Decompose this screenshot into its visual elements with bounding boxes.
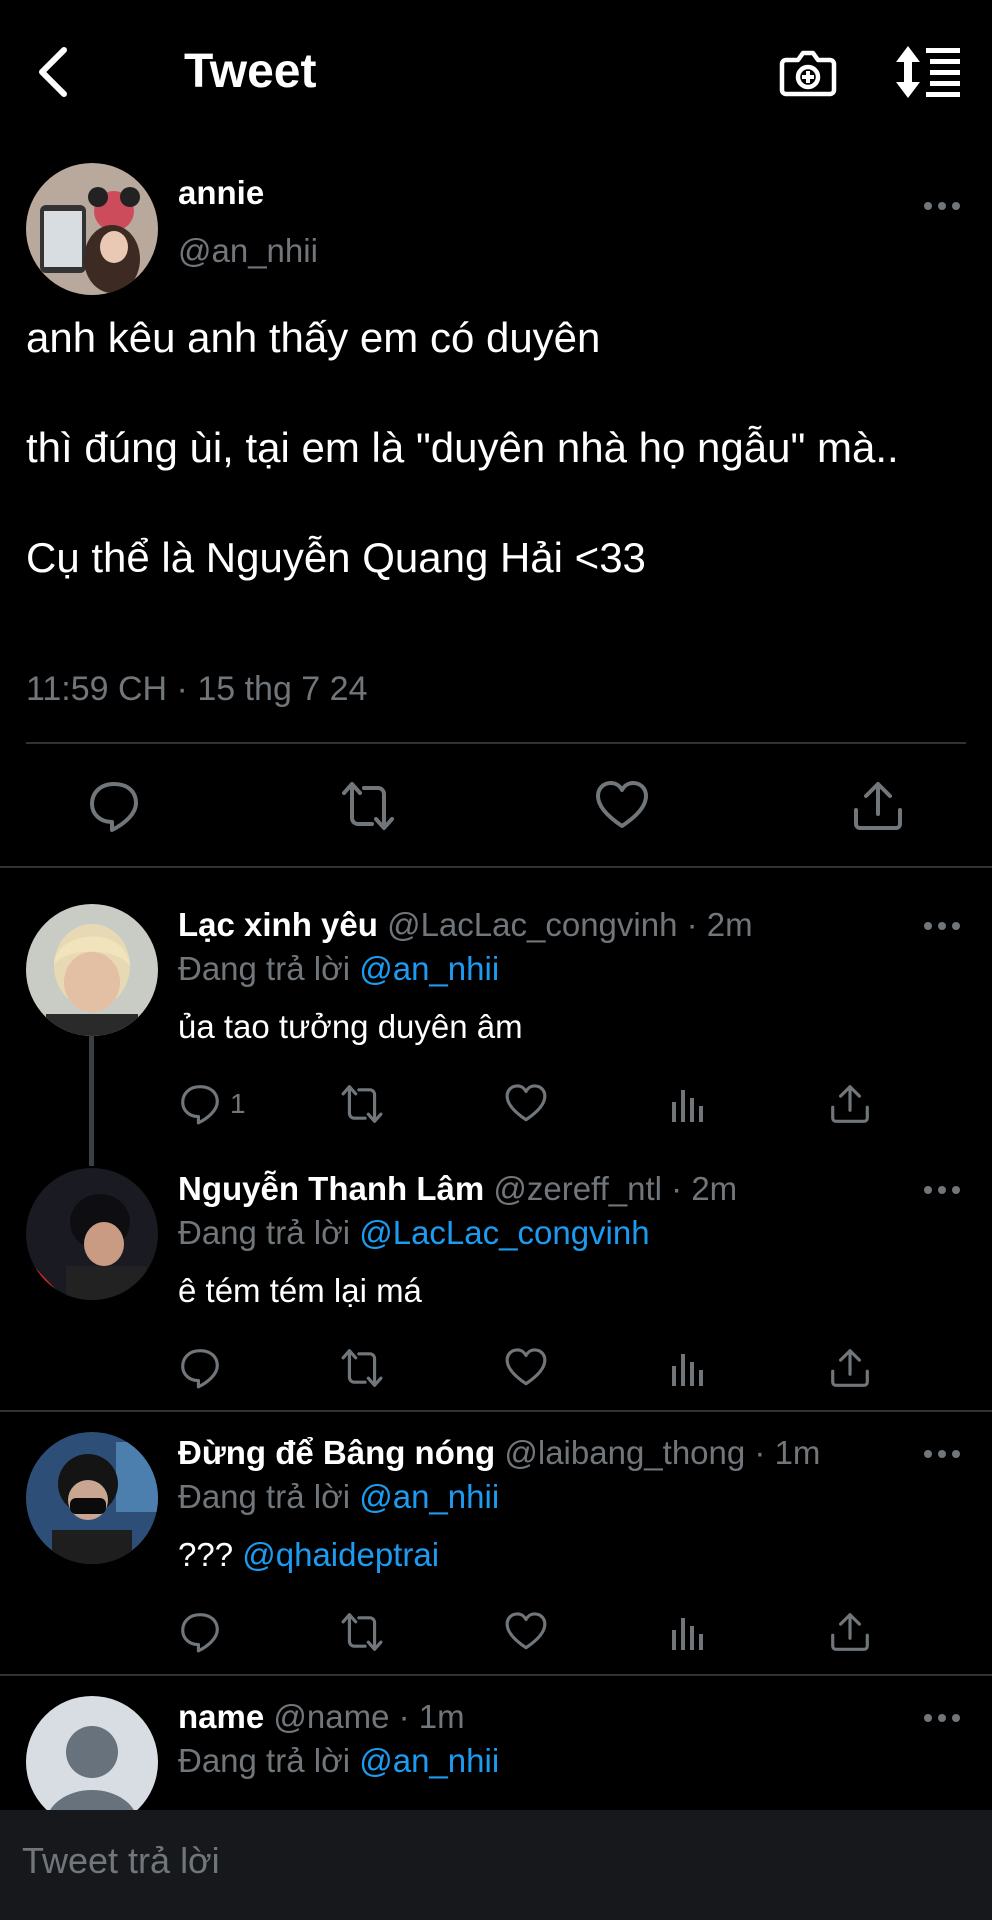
tweet-timestamp: 11:59 CH · 15 thg 7 24: [26, 670, 368, 708]
reply-input[interactable]: Tweet trả lời: [22, 1840, 220, 1882]
replying-to-mention[interactable]: @an_nhii: [359, 1742, 499, 1779]
reply-count: 1: [230, 1088, 246, 1119]
share-icon[interactable]: [828, 1082, 872, 1126]
replying-to-label: Đang trả lời: [178, 1742, 351, 1779]
replying-to: Đang trả lời @an_nhii: [178, 950, 499, 988]
replying-to: Đang trả lời @an_nhii: [178, 1478, 499, 1516]
divider: [0, 1674, 992, 1676]
reply-header: name @name · 1m: [178, 1698, 465, 1736]
reply-header: Nguyễn Thanh Lâm @zereff_ntl · 2m: [178, 1170, 737, 1208]
tweet-body: anh kêu anh thấy em có duyên thì đúng ùi…: [26, 310, 966, 585]
reply-text: ??? @qhaideptrai: [178, 1536, 439, 1574]
retweet-icon[interactable]: [340, 778, 396, 834]
page-title: Tweet: [184, 45, 317, 98]
replying-to: Đang trả lời @an_nhii: [178, 1742, 499, 1780]
reply-text: ủa tao tưởng duyên âm: [178, 1008, 523, 1045]
sort-replies-icon[interactable]: [896, 42, 962, 102]
divider: [0, 866, 992, 868]
like-icon[interactable]: [504, 1610, 548, 1654]
share-icon[interactable]: [828, 1610, 872, 1654]
author-name[interactable]: name: [178, 1698, 264, 1735]
replying-to-mention[interactable]: @LacLac_congvinh: [359, 1214, 649, 1251]
retweet-icon[interactable]: [340, 1082, 384, 1126]
avatar[interactable]: [26, 1696, 158, 1828]
tweet-text-line: thì đúng ùi, tại em là "duyên nhà họ ngẫ…: [26, 424, 899, 471]
replying-to-mention[interactable]: @an_nhii: [359, 950, 499, 987]
share-icon[interactable]: [828, 1346, 872, 1390]
avatar[interactable]: [26, 163, 158, 295]
tweet-text-line: anh kêu anh thấy em có duyên: [26, 314, 601, 361]
reply-header: Lạc xinh yêu @LacLac_congvinh · 2m: [178, 906, 753, 944]
back-arrow-icon[interactable]: [32, 42, 80, 102]
avatar[interactable]: [26, 1168, 158, 1300]
replying-to: Đang trả lời @LacLac_congvinh: [178, 1214, 650, 1252]
analytics-icon[interactable]: [666, 1082, 710, 1126]
replying-to-label: Đang trả lời: [178, 950, 351, 987]
author-name[interactable]: Lạc xinh yêu: [178, 906, 378, 943]
replying-to-mention[interactable]: @an_nhii: [359, 1478, 499, 1515]
reply-icon[interactable]: [178, 1346, 222, 1390]
reply-icon[interactable]: [178, 1082, 222, 1126]
like-icon[interactable]: [504, 1082, 548, 1126]
retweet-icon[interactable]: [340, 1610, 384, 1654]
reply-icon[interactable]: [178, 1610, 222, 1654]
reply-icon[interactable]: [86, 778, 142, 834]
reply-text-prefix: ???: [178, 1536, 234, 1573]
author-meta[interactable]: @LacLac_congvinh · 2m: [387, 906, 753, 943]
top-bar: Tweet: [0, 0, 992, 145]
more-options-icon[interactable]: [922, 1180, 962, 1200]
author-name[interactable]: Nguyễn Thanh Lâm: [178, 1170, 484, 1207]
author-handle[interactable]: @an_nhii: [178, 232, 318, 270]
share-icon[interactable]: [850, 778, 906, 834]
more-options-icon[interactable]: [922, 1708, 962, 1728]
analytics-icon[interactable]: [666, 1346, 710, 1390]
thread-connector: [89, 1036, 94, 1166]
more-options-icon[interactable]: [922, 916, 962, 936]
replying-to-label: Đang trả lời: [178, 1478, 351, 1515]
tweet-text-line: Cụ thể là Nguyễn Quang Hải <33: [26, 534, 646, 581]
more-options-icon[interactable]: [922, 1444, 962, 1464]
analytics-icon[interactable]: [666, 1610, 710, 1654]
avatar[interactable]: [26, 904, 158, 1036]
author-meta[interactable]: @name · 1m: [273, 1698, 464, 1735]
like-icon[interactable]: [594, 778, 650, 834]
divider: [0, 1410, 992, 1412]
avatar[interactable]: [26, 1432, 158, 1564]
author-meta[interactable]: @laibang_thong · 1m: [504, 1434, 820, 1471]
reply-text: ê tém tém lại má: [178, 1272, 422, 1309]
mention-link[interactable]: @qhaideptrai: [242, 1536, 439, 1573]
divider: [26, 742, 966, 744]
replying-to-label: Đang trả lời: [178, 1214, 351, 1251]
more-options-icon[interactable]: [922, 196, 962, 216]
author-meta[interactable]: @zereff_ntl · 2m: [493, 1170, 737, 1207]
reply-header: Đừng để Bâng nóng @laibang_thong · 1m: [178, 1434, 820, 1472]
author-name[interactable]: annie: [178, 174, 264, 212]
author-name[interactable]: Đừng để Bâng nóng: [178, 1434, 495, 1471]
reply-compose-bar[interactable]: Tweet trả lời: [0, 1810, 992, 1920]
camera-icon[interactable]: [778, 42, 838, 102]
retweet-icon[interactable]: [340, 1346, 384, 1390]
like-icon[interactable]: [504, 1346, 548, 1390]
